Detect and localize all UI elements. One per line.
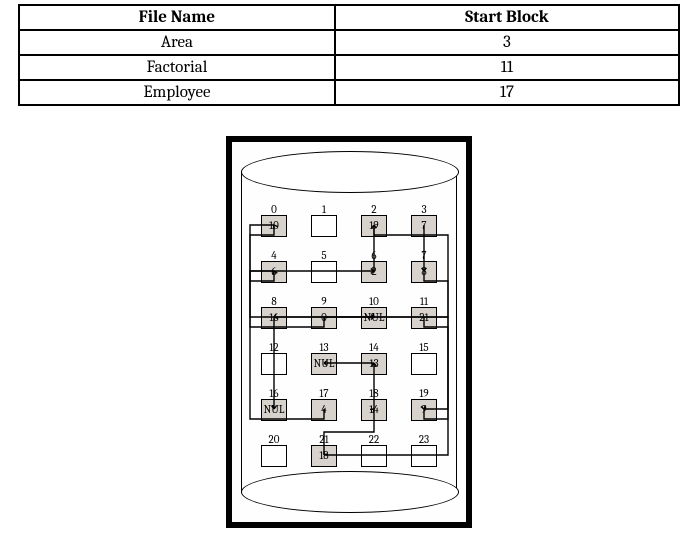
block-cell: 816 (256, 294, 292, 340)
block-index: 9 (321, 294, 326, 307)
block-grid: 01012193746562788169010NUL11211213NUL141… (256, 202, 442, 482)
block-cell: 23 (406, 432, 442, 478)
block-index: 13 (319, 340, 328, 353)
block-index: 6 (371, 248, 376, 261)
block-box (411, 445, 437, 467)
block-index: 20 (269, 432, 280, 445)
block-box: 10 (261, 215, 287, 237)
block-cell: 16NUL (256, 386, 292, 432)
block-index: 17 (319, 386, 328, 399)
block-cell: 62 (356, 248, 392, 294)
block-box: 8 (411, 261, 437, 283)
disk-cylinder: 01012193746562788169010NUL11211213NUL141… (238, 148, 460, 516)
block-box: 21 (411, 307, 437, 329)
block-index: 15 (419, 340, 428, 353)
block-box (311, 215, 337, 237)
block-box: 13 (361, 353, 387, 375)
block-cell: 22 (356, 432, 392, 478)
block-cell: 010 (256, 202, 292, 248)
block-cell: 2118 (306, 432, 342, 478)
block-cell: 1121 (406, 294, 442, 340)
block-box (261, 445, 287, 467)
block-box: 7 (411, 215, 437, 237)
block-cell: 5 (306, 248, 342, 294)
block-index: 8 (271, 294, 276, 307)
block-box: NUL (361, 307, 387, 329)
file-allocation-table: File Name Start Block Area3Factorial11Em… (18, 4, 680, 106)
block-index: 14 (369, 340, 378, 353)
block-cell: 1 (306, 202, 342, 248)
block-index: 11 (420, 294, 428, 307)
block-box: NUL (311, 353, 337, 375)
block-cell: 78 (406, 248, 442, 294)
block-index: 22 (369, 432, 379, 445)
table-row: Employee17 (19, 80, 679, 105)
block-box: 14 (361, 399, 387, 421)
block-index: 21 (319, 432, 328, 445)
block-cell: 37 (406, 202, 442, 248)
block-index: 0 (271, 202, 277, 215)
block-box: 4 (311, 399, 337, 421)
disk-diagram-frame: 01012193746562788169010NUL11211213NUL141… (226, 136, 472, 528)
block-index: 23 (419, 432, 429, 445)
block-box: NUL (261, 399, 287, 421)
block-box: 6 (261, 261, 287, 283)
block-box (411, 353, 437, 375)
block-box: 9 (411, 399, 437, 421)
block-index: 16 (269, 386, 278, 399)
block-cell: 12 (256, 340, 292, 386)
start-block-cell: 11 (335, 55, 679, 80)
block-index: 19 (419, 386, 428, 399)
block-index: 7 (421, 248, 426, 261)
table-row: Factorial11 (19, 55, 679, 80)
block-index: 2 (371, 202, 376, 215)
file-name-cell: Factorial (19, 55, 335, 80)
block-box (361, 445, 387, 467)
table-row: Area3 (19, 30, 679, 55)
block-cell: 15 (406, 340, 442, 386)
block-cell: 20 (256, 432, 292, 478)
col-filename: File Name (19, 5, 335, 30)
col-startblock: Start Block (335, 5, 679, 30)
block-box: 18 (311, 445, 337, 467)
block-index: 12 (269, 340, 278, 353)
block-cell: 1814 (356, 386, 392, 432)
block-box: 16 (261, 307, 287, 329)
block-cell: 46 (256, 248, 292, 294)
block-box: 2 (361, 261, 387, 283)
block-box: 19 (361, 215, 387, 237)
block-index: 10 (369, 294, 379, 307)
block-box (311, 261, 337, 283)
block-cell: 90 (306, 294, 342, 340)
block-index: 3 (421, 202, 426, 215)
block-box (261, 353, 287, 375)
block-index: 5 (321, 248, 326, 261)
start-block-cell: 17 (335, 80, 679, 105)
file-name-cell: Employee (19, 80, 335, 105)
block-index: 1 (322, 202, 326, 215)
block-index: 18 (369, 386, 378, 399)
file-name-cell: Area (19, 30, 335, 55)
block-cell: 1413 (356, 340, 392, 386)
block-cell: 13NUL (306, 340, 342, 386)
block-cell: 219 (356, 202, 392, 248)
block-cell: 10NUL (356, 294, 392, 340)
block-cell: 199 (406, 386, 442, 432)
block-index: 4 (271, 248, 276, 261)
block-box: 0 (311, 307, 337, 329)
block-cell: 174 (306, 386, 342, 432)
start-block-cell: 3 (335, 30, 679, 55)
